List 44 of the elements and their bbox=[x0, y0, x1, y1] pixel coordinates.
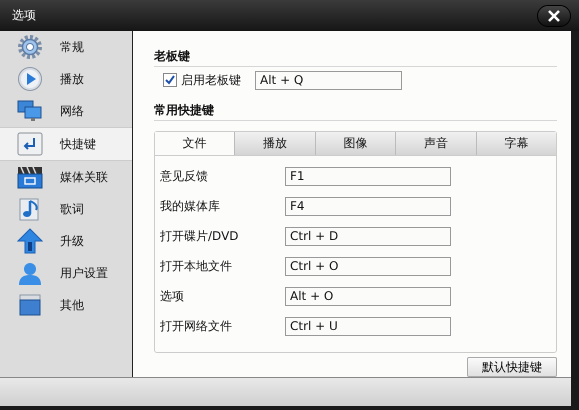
shortcut-field[interactable]: Ctrl + D bbox=[285, 226, 451, 246]
close-button[interactable] bbox=[537, 4, 571, 26]
enter-key-icon bbox=[17, 132, 43, 156]
shortcut-label: 打开网络文件 bbox=[160, 318, 233, 334]
boss-key-field[interactable]: Alt + Q bbox=[255, 70, 402, 90]
enable-boss-key-checkbox[interactable]: 启用老板键 bbox=[163, 72, 255, 88]
shortcut-field[interactable]: Alt + O bbox=[285, 286, 451, 306]
play-icon bbox=[17, 66, 43, 92]
shortcut-label: 选项 bbox=[160, 288, 185, 304]
tab[interactable]: 文件 bbox=[155, 132, 236, 155]
tab[interactable]: 声音 bbox=[396, 132, 477, 155]
sidebar-item[interactable]: 用户设置 bbox=[0, 257, 132, 289]
sidebar-item[interactable]: 常规 bbox=[0, 31, 132, 63]
shortcut-label: 意见反馈 bbox=[160, 168, 209, 184]
checkmark-icon bbox=[164, 74, 176, 86]
shortcut-field[interactable]: Ctrl + U bbox=[285, 316, 451, 336]
default-shortcuts-button[interactable]: 默认快捷键 bbox=[467, 357, 557, 377]
tab[interactable]: 字幕 bbox=[476, 132, 556, 155]
shortcut-label: 打开碟片/DVD bbox=[160, 228, 240, 244]
tab[interactable]: 播放 bbox=[235, 132, 316, 155]
clapperboard-icon bbox=[17, 165, 43, 189]
sidebar-item[interactable]: 升级 bbox=[0, 225, 132, 257]
shortcut-label: 打开本地文件 bbox=[160, 258, 233, 274]
section-heading: 常用快捷键 bbox=[154, 103, 215, 117]
sidebar-item[interactable]: 播放 bbox=[0, 63, 132, 95]
shortcut-field[interactable]: Ctrl + O bbox=[285, 256, 451, 276]
sidebar-item[interactable]: 歌词 bbox=[0, 193, 132, 225]
up-arrow-icon bbox=[17, 228, 43, 254]
checkbox[interactable] bbox=[163, 73, 177, 87]
gear-icon bbox=[17, 34, 43, 60]
folder-icon bbox=[18, 293, 42, 317]
sidebar-item[interactable]: 快捷键 bbox=[0, 127, 132, 161]
shortcut-field[interactable]: F4 bbox=[285, 196, 451, 216]
user-icon bbox=[17, 260, 43, 286]
window-title: 选项 bbox=[12, 7, 36, 24]
shortcut-field[interactable]: F1 bbox=[285, 166, 451, 186]
shortcut-label: 我的媒体库 bbox=[160, 198, 221, 214]
sidebar-item[interactable]: 网络 bbox=[0, 95, 132, 127]
monitors-icon bbox=[17, 99, 43, 123]
tab[interactable]: 图像 bbox=[316, 132, 396, 155]
close-icon bbox=[547, 8, 561, 22]
sidebar-item[interactable]: 其他 bbox=[0, 289, 132, 321]
sidebar-item[interactable]: 媒体关联 bbox=[0, 161, 132, 193]
section-heading: 老板键 bbox=[154, 49, 191, 63]
